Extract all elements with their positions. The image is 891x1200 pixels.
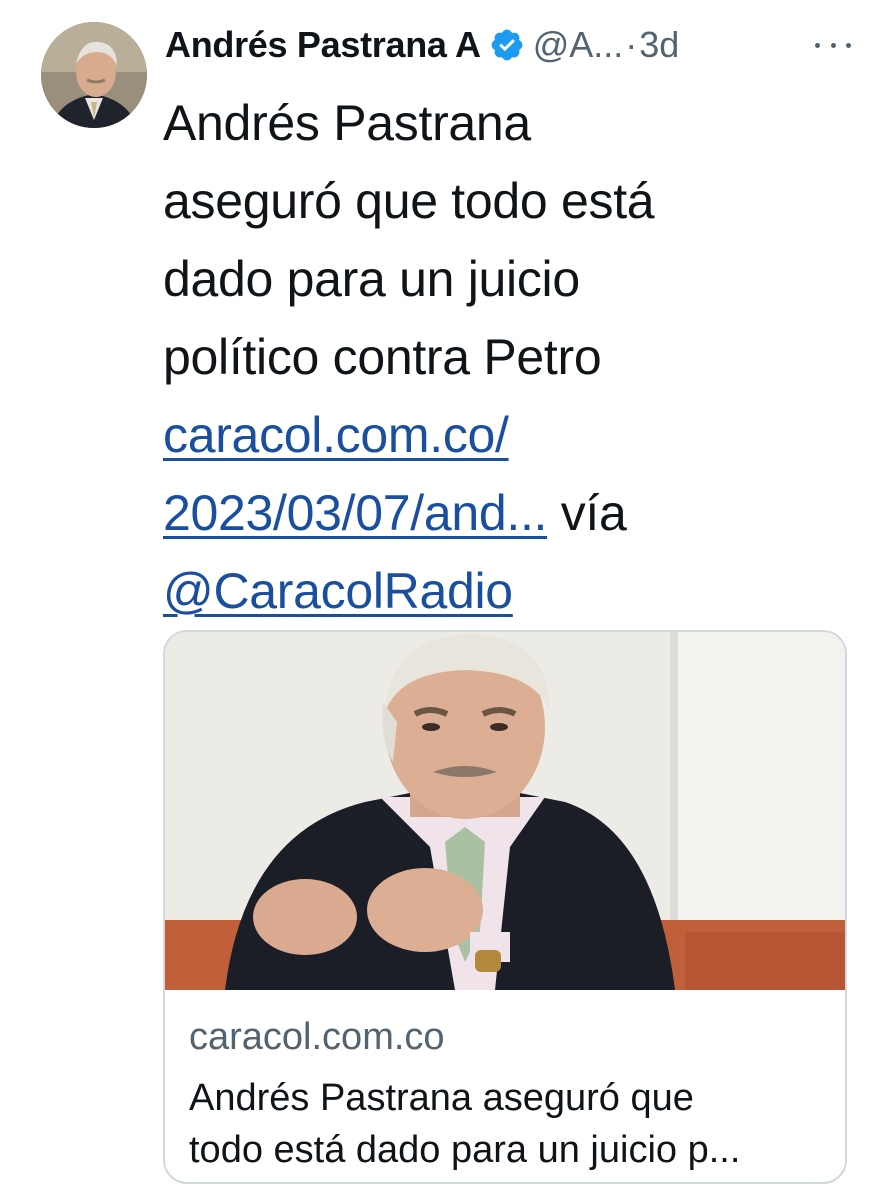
verified-badge-icon	[489, 27, 525, 63]
tweet-timestamp[interactable]: 3d	[639, 24, 679, 66]
card-domain: caracol.com.co	[189, 1016, 445, 1058]
link-preview-card[interactable]: caracol.com.co Andrés Pastrana aseguró q…	[163, 630, 847, 1184]
author-handle[interactable]: @A...	[533, 24, 624, 66]
card-title-line: Andrés Pastrana aseguró que	[189, 1077, 694, 1119]
avatar-photo	[41, 22, 147, 128]
article-link-continued[interactable]: 2023/03/07/and...	[163, 485, 547, 541]
card-image[interactable]	[165, 632, 845, 990]
card-title: Andrés Pastrana aseguró que todo está da…	[189, 1072, 829, 1176]
header-separator: ·	[625, 24, 638, 65]
via-text: vía	[547, 485, 627, 541]
tweet-text: Andrés Pastrana aseguró que todo está da…	[163, 84, 843, 630]
author-display-name[interactable]: Andrés Pastrana A	[165, 24, 481, 66]
tweet-text-line: político contra Petro	[163, 329, 602, 385]
mention-link[interactable]: @CaracolRadio	[163, 563, 513, 619]
more-options-icon[interactable]	[815, 30, 851, 60]
author-avatar[interactable]	[41, 22, 147, 128]
article-photo	[165, 632, 845, 990]
tweet-text-line: Andrés Pastrana	[163, 95, 531, 151]
card-title-line: todo está dado para un juicio p...	[189, 1129, 741, 1171]
tweet-text-line: aseguró que todo está	[163, 173, 655, 229]
tweet-header: Andrés Pastrana A @A... · 3d	[165, 20, 679, 70]
article-link[interactable]: caracol.com.co/	[163, 407, 509, 463]
tweet-text-line: dado para un juicio	[163, 251, 580, 307]
